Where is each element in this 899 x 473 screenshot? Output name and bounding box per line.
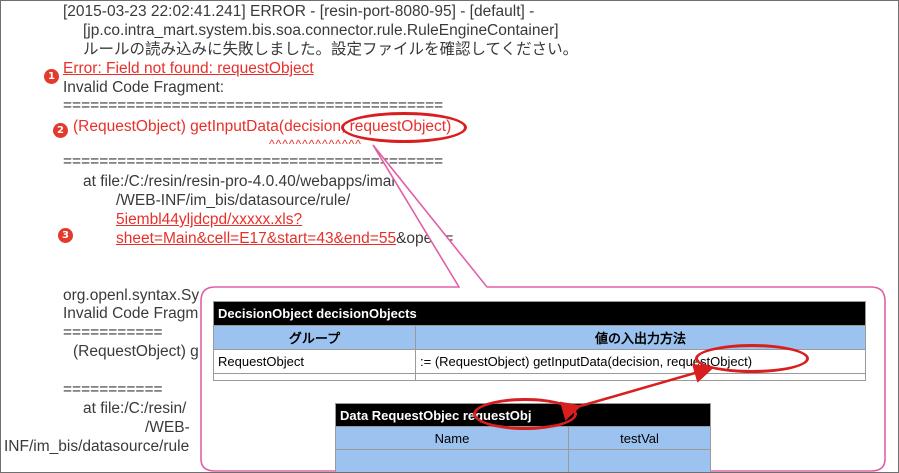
log-screenshot-frame: [2015-03-23 22:02:41.241] ERROR - [resin… xyxy=(0,0,899,473)
double-arrow xyxy=(559,363,714,421)
